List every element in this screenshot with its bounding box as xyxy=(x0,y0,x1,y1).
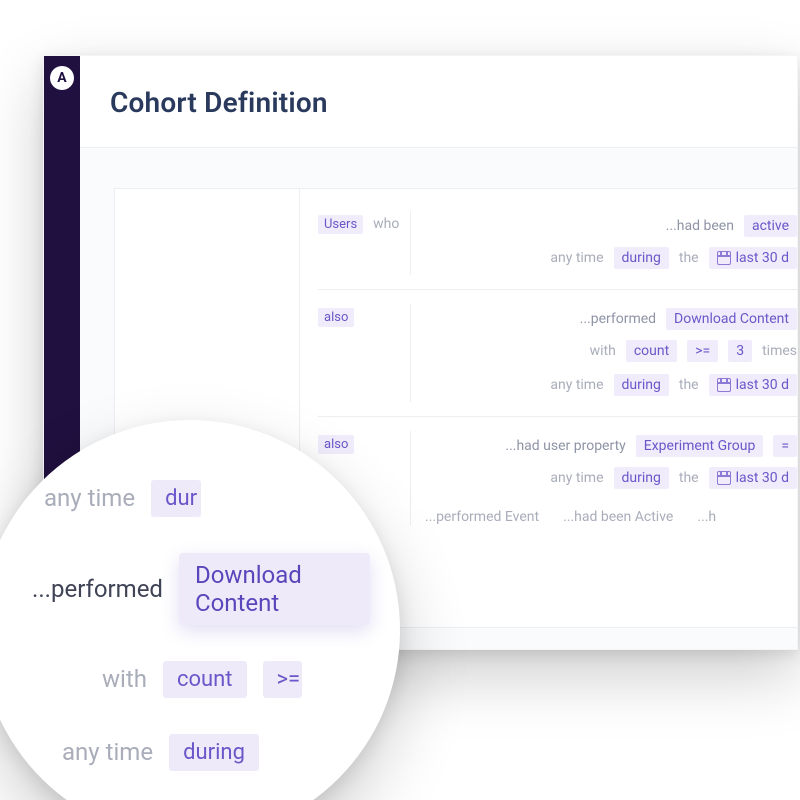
value-token[interactable]: 3 xyxy=(728,340,752,362)
clause-row: Users who ...had been active any time xyxy=(318,207,797,290)
clause-body: ...had been active any time during the l… xyxy=(425,211,797,275)
suggestion-item[interactable]: ...h xyxy=(697,509,716,525)
the-label: the xyxy=(679,377,699,393)
suggestion-item[interactable]: ...performed Event xyxy=(425,509,539,525)
joiner-token[interactable]: also xyxy=(318,435,354,454)
clause-lead: also xyxy=(318,431,404,454)
time-scope-label: any time xyxy=(550,470,603,486)
suggestion-item[interactable]: ...had been Active xyxy=(563,509,673,525)
operator-token[interactable]: >= xyxy=(687,340,718,362)
lens-operator-token[interactable]: >= xyxy=(263,661,303,698)
lens-during-token[interactable]: dur xyxy=(151,480,201,517)
date-range-token[interactable]: last 30 d xyxy=(709,467,797,489)
subject-token[interactable]: Users xyxy=(318,215,363,234)
metric-token[interactable]: count xyxy=(626,340,677,362)
clause-row: also ...performed Download Content with … xyxy=(318,300,797,417)
predicate-lead: ...performed xyxy=(580,311,656,327)
clause-body: ...had user property Experiment Group = … xyxy=(425,431,797,525)
page-header: Cohort Definition xyxy=(80,56,797,148)
lens-with-label: with xyxy=(102,665,147,693)
lens-any-time-label: any time xyxy=(62,738,153,766)
lens-during-token[interactable]: during xyxy=(169,734,259,771)
time-scope-label: any time xyxy=(550,377,603,393)
joiner-token[interactable]: also xyxy=(318,308,354,327)
state-token[interactable]: active xyxy=(744,215,797,237)
event-token[interactable]: Download Content xyxy=(666,308,797,330)
clause-divider xyxy=(410,431,411,525)
suggestion-row: ...performed Event ...had been Active ..… xyxy=(425,495,797,525)
during-token[interactable]: during xyxy=(614,247,669,269)
clause-divider xyxy=(410,304,411,402)
predicate-lead: ...had been xyxy=(666,218,734,234)
brand-letter: A xyxy=(57,70,66,86)
operator-token[interactable]: = xyxy=(773,435,797,457)
unit-label: times xyxy=(762,343,797,359)
clause-lead: Users who xyxy=(318,211,404,234)
date-range-token[interactable]: last 30 d xyxy=(709,374,797,396)
the-label: the xyxy=(679,470,699,486)
brand-logo-icon[interactable]: A xyxy=(50,66,74,90)
clause-body: ...performed Download Content with count… xyxy=(425,304,797,402)
during-token[interactable]: during xyxy=(614,467,669,489)
lens-performed-lead: ...performed xyxy=(32,575,163,603)
the-label: the xyxy=(679,250,699,266)
clause-lead: also xyxy=(318,304,404,327)
lens-count-token[interactable]: count xyxy=(163,661,247,698)
clause-row: also ...had user property Experiment Gro… xyxy=(318,427,797,539)
lens-any-time-label: any time xyxy=(44,484,135,512)
lead-text: who xyxy=(373,216,399,232)
time-scope-label: any time xyxy=(550,250,603,266)
with-label: with xyxy=(590,343,616,359)
predicate-lead: ...had user property xyxy=(505,438,625,454)
clause-divider xyxy=(410,211,411,275)
date-range-token[interactable]: last 30 d xyxy=(709,247,797,269)
page-title: Cohort Definition xyxy=(110,86,328,119)
during-token[interactable]: during xyxy=(614,374,669,396)
property-token[interactable]: Experiment Group xyxy=(636,435,764,457)
lens-event-token[interactable]: Download Content xyxy=(179,553,370,625)
